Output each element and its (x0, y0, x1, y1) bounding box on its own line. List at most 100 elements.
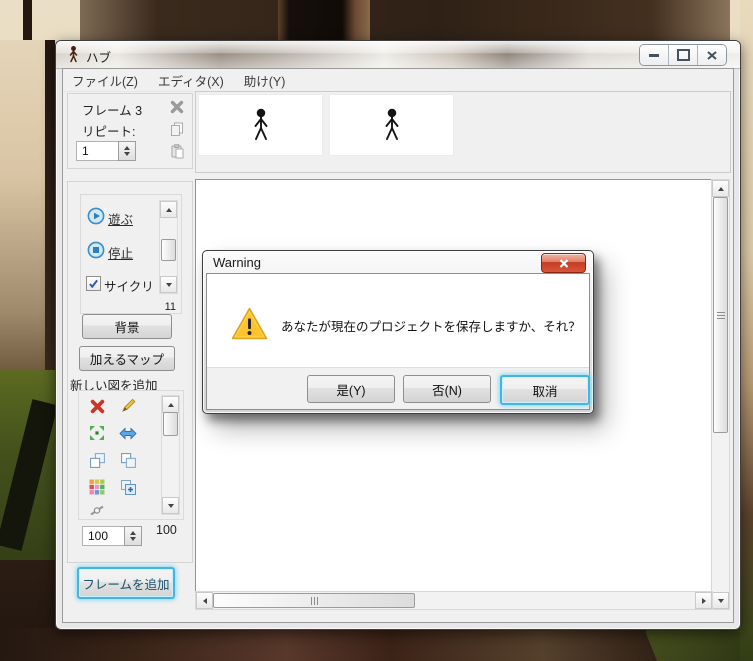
menu-file[interactable]: ファイル(Z) (72, 71, 138, 90)
title-bar[interactable]: ハブ (56, 41, 740, 69)
scroll-left-button[interactable] (196, 592, 213, 609)
scale-input[interactable] (82, 526, 124, 546)
scroll-up-button[interactable] (162, 396, 179, 413)
arrow-down-icon (717, 598, 724, 603)
repeat-spin-buttons[interactable] (118, 141, 136, 161)
frame-thumbnail-1[interactable] (198, 94, 323, 156)
scroll-thumb[interactable] (163, 412, 178, 436)
maximize-icon (676, 49, 690, 61)
room-floor (0, 628, 753, 661)
speed-value: 11 (164, 301, 176, 313)
menu-editor[interactable]: エディタ(X) (158, 71, 224, 90)
room-wall (80, 0, 730, 44)
dialog-body: あなたが現在のプロジェクトを保存しますか、それ？ 是(Y) 否(N) 取消 (206, 273, 590, 410)
close-icon (707, 50, 717, 60)
minimize-icon (649, 53, 659, 57)
repeat-input[interactable] (76, 141, 118, 161)
edit-figure-icon[interactable] (119, 397, 137, 415)
slider-up-button[interactable] (160, 201, 177, 218)
stickfigure-thumbnail-icon (385, 108, 398, 140)
figure-tools-group (78, 390, 184, 520)
arrow-right-icon (701, 597, 706, 604)
scroll-right-button[interactable] (695, 592, 712, 609)
background-button[interactable]: 背景 (82, 314, 172, 339)
room-beam (45, 40, 55, 370)
warning-icon (231, 307, 268, 345)
close-button[interactable] (697, 45, 726, 65)
scale-spinner (82, 526, 142, 546)
minimize-button[interactable] (640, 45, 668, 65)
add-frame-button[interactable]: フレームを追加 (77, 567, 175, 599)
join-figures-icon[interactable] (88, 424, 106, 442)
cycle-checkbox[interactable] (86, 276, 101, 291)
send-to-back-icon[interactable] (119, 451, 137, 469)
arrow-left-icon (202, 597, 207, 604)
repeat-label: リピート: (82, 125, 136, 139)
screen: ハブ ファイル(Z) エディタ(X) 助け(Y) フレーム 3 リピート: 1 … (0, 0, 753, 661)
window-controls (639, 44, 727, 66)
repeat-spinner (76, 141, 136, 161)
arrow-up-icon (165, 207, 172, 212)
thumb-grip (716, 311, 725, 319)
maximize-button[interactable] (668, 45, 697, 65)
frame-thumbnail-2[interactable] (329, 94, 454, 156)
spin-up-icon (124, 146, 130, 150)
scroll-up-button[interactable] (712, 180, 729, 197)
spin-down-icon (130, 537, 136, 541)
stickfigure-thumbnail-icon (254, 108, 267, 140)
dialog-message: あなたが現在のプロジェクトを保存しますか、それ？ (281, 320, 581, 334)
paste-frame-icon[interactable] (168, 142, 186, 160)
spin-up-icon (130, 531, 136, 535)
spin-down-icon (124, 152, 130, 156)
menu-help[interactable]: 助け(Y) (244, 71, 286, 90)
scale-spin-buttons[interactable] (124, 526, 142, 546)
vertical-scroll-thumb[interactable] (713, 197, 728, 433)
dialog-close-button[interactable] (541, 253, 586, 273)
speed-slider[interactable] (159, 200, 178, 294)
stop-link[interactable]: 停止 (108, 243, 133, 262)
arrow-down-icon (167, 503, 174, 508)
arrow-up-icon (717, 186, 724, 191)
flip-figure-icon[interactable] (119, 424, 137, 442)
arrow-down-icon (165, 282, 172, 287)
window-title: ハブ (86, 51, 112, 65)
copy-frame-icon[interactable] (168, 120, 186, 138)
horizontal-scroll-thumb[interactable] (213, 593, 415, 608)
close-icon (559, 258, 568, 268)
dialog-footer: 是(Y) 否(N) 取消 (207, 367, 590, 409)
cycle-label: サイクリ (104, 280, 154, 294)
canvas-horizontal-scrollbar[interactable] (195, 591, 713, 610)
frames-strip (195, 91, 731, 173)
frame-controls-group: フレーム 3 リピート: (67, 93, 193, 169)
play-link[interactable]: 遊ぶ (108, 209, 133, 228)
playback-group: 遊ぶ 停止 サイクリ 11 (80, 194, 182, 314)
cancel-button[interactable]: 取消 (500, 375, 590, 405)
arrow-up-icon (167, 402, 174, 407)
duplicate-figure-icon[interactable] (119, 478, 137, 496)
warning-dialog: Warning あなたが現在のプロジェクトを保存しますか、それ？ 是(Y) 否(… (202, 250, 594, 414)
scroll-down-button[interactable] (712, 592, 729, 609)
frame-number-label: フレーム 3 (82, 104, 143, 118)
bring-to-front-icon[interactable] (88, 451, 106, 469)
joint-tool-icon[interactable] (88, 501, 106, 519)
slider-thumb[interactable] (161, 239, 176, 261)
yes-button[interactable]: 是(Y) (307, 375, 395, 403)
thumb-grip (310, 596, 318, 605)
menu-bar: ファイル(Z) エディタ(X) 助け(Y) (63, 69, 733, 92)
add-map-button[interactable]: 加えるマップ (79, 346, 175, 371)
slider-down-button[interactable] (160, 276, 177, 293)
play-icon[interactable] (87, 207, 105, 225)
scroll-down-button[interactable] (162, 497, 179, 514)
app-stickfigure-icon (67, 46, 80, 68)
canvas-vertical-scrollbar[interactable] (711, 179, 730, 610)
delete-frame-icon[interactable] (168, 98, 186, 116)
figure-scrollbar[interactable] (161, 395, 180, 515)
scale-readout: 100 (156, 523, 177, 537)
stop-icon[interactable] (87, 241, 105, 259)
delete-figure-icon[interactable] (88, 397, 106, 415)
color-palette-icon[interactable] (88, 478, 106, 496)
dialog-title: Warning (213, 255, 261, 270)
room-right-panel (740, 0, 753, 661)
tools-panel: 遊ぶ 停止 サイクリ 11 背景 加えるマップ 新しい図を追加 100 100 (67, 181, 193, 563)
no-button[interactable]: 否(N) (403, 375, 491, 403)
